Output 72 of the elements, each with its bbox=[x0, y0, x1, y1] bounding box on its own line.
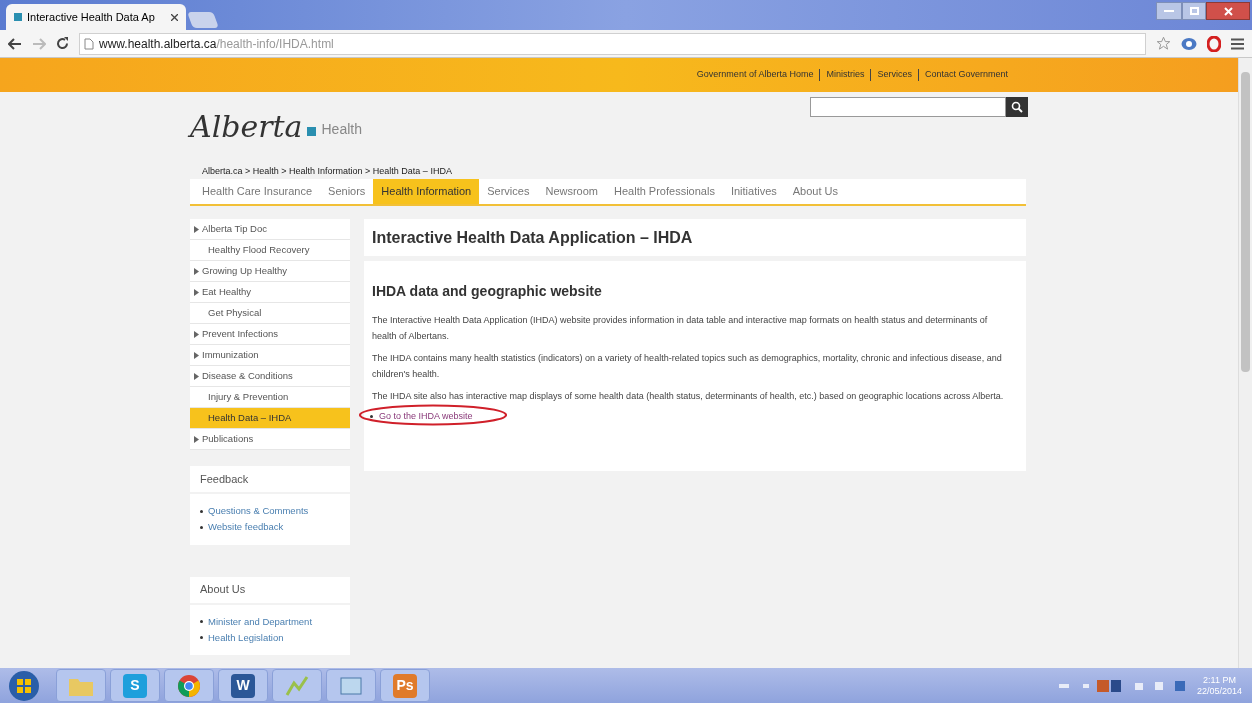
app-icon[interactable]: W bbox=[231, 673, 255, 698]
sidebar-item[interactable]: Alberta Tip Doc bbox=[190, 219, 350, 240]
sidebar-item[interactable]: Healthy Flood Recovery bbox=[190, 240, 350, 261]
search-field[interactable] bbox=[810, 97, 1006, 117]
sidebar-item[interactable]: Eat Healthy bbox=[190, 282, 350, 303]
paragraph: The IHDA contains many health statistics (indicators) on a variety of health-related topics such as demographics, mortality, chronic and infectious disease, and children's health. bbox=[372, 352, 1003, 381]
star-icon[interactable] bbox=[1156, 36, 1171, 51]
section-title: IHDA data and geographic website bbox=[372, 282, 603, 301]
box-title: Feedback bbox=[190, 466, 350, 492]
box-title: About Us bbox=[190, 576, 350, 603]
sidebar-item[interactable]: Get Physical bbox=[190, 303, 350, 324]
top-link[interactable]: Services bbox=[877, 68, 912, 82]
triangle-icon bbox=[194, 435, 199, 443]
url-text: www.health.alberta.ca/health-info/IHDA.html bbox=[99, 35, 334, 53]
sidebar-item[interactable]: Publications bbox=[190, 429, 350, 450]
close-icon[interactable] bbox=[171, 13, 178, 21]
sidebar-item[interactable]: Growing Up Healthy bbox=[190, 261, 350, 282]
search-icon[interactable] bbox=[1011, 101, 1023, 113]
top-link[interactable]: Contact Government bbox=[924, 68, 1008, 82]
sidebar-item[interactable]: Health Data – IHDA bbox=[190, 408, 350, 429]
browser-tab[interactable]: Interactive Health Data Ap bbox=[6, 4, 186, 30]
bullet-icon bbox=[370, 415, 373, 419]
sidebar-link[interactable]: Health Legislation bbox=[208, 630, 284, 645]
sidebar-item[interactable]: Disease & Conditions bbox=[190, 366, 350, 387]
paragraph: The IHDA site also has interactive map displays of some health data (health status, determinants of health, etc.) based on geographic locations across Alberta. bbox=[372, 390, 1005, 403]
reload-icon[interactable] bbox=[56, 37, 69, 50]
top-link[interactable]: Government of Alberta Home bbox=[696, 68, 814, 82]
department-name: Health bbox=[321, 120, 362, 139]
nav-tab[interactable]: Health Information bbox=[373, 179, 480, 204]
address-bar[interactable]: www.health.alberta.ca/health-info/IHDA.html bbox=[79, 32, 1146, 55]
scrollbar[interactable] bbox=[1238, 58, 1252, 668]
triangle-icon bbox=[194, 372, 199, 380]
sidebar-link[interactable]: Website feedback bbox=[208, 520, 284, 535]
triangle-icon bbox=[194, 225, 199, 233]
menu-icon[interactable] bbox=[1231, 37, 1244, 50]
nav-tab[interactable]: Newsroom bbox=[537, 179, 606, 204]
nav-tab[interactable]: Seniors bbox=[320, 179, 374, 204]
favicon-icon bbox=[14, 13, 22, 21]
extension-icon[interactable] bbox=[1181, 36, 1197, 51]
search-button[interactable] bbox=[1006, 97, 1028, 117]
nav-tab[interactable]: Initiatives bbox=[722, 179, 785, 204]
tab-title: Interactive Health Data Ap bbox=[27, 9, 155, 25]
back-icon[interactable] bbox=[8, 37, 22, 50]
start-button[interactable] bbox=[6, 669, 42, 702]
triangle-icon bbox=[194, 330, 199, 338]
nav-tab[interactable]: Services bbox=[479, 179, 538, 204]
paragraph: The Interactive Health Data Application (IHDA) website provides information in data table and interactive map formats on health status and determinants of health of Albertans. bbox=[372, 314, 989, 343]
sidebar-link[interactable]: Questions & Comments bbox=[208, 504, 309, 519]
chrome-icon[interactable] bbox=[177, 673, 201, 698]
sidebar-item[interactable]: Prevent Infections bbox=[190, 324, 350, 345]
close-button[interactable] bbox=[1206, 2, 1250, 20]
bullet-icon bbox=[200, 620, 203, 624]
sidebar-item[interactable]: Immunization bbox=[190, 345, 350, 366]
triangle-icon bbox=[194, 351, 199, 359]
logo-square-icon bbox=[306, 127, 316, 136]
top-link[interactable]: Ministries bbox=[826, 68, 865, 82]
triangle-icon bbox=[194, 288, 199, 296]
sidebar-link[interactable]: Minister and Department bbox=[208, 614, 313, 629]
triangle-icon bbox=[194, 267, 199, 275]
bullet-icon bbox=[200, 525, 203, 529]
opera-icon[interactable] bbox=[1207, 35, 1221, 52]
nav-tab[interactable]: About Us bbox=[784, 179, 846, 204]
maximize-button[interactable] bbox=[1182, 2, 1206, 20]
bullet-icon bbox=[200, 636, 203, 640]
bullet-icon bbox=[200, 509, 203, 513]
breadcrumb: Alberta.ca > Health > Health Information > Health Data – IHDA bbox=[201, 165, 453, 178]
new-tab-button[interactable] bbox=[187, 12, 219, 28]
page-icon bbox=[84, 37, 94, 50]
page-title: Interactive Health Data Application – IHDA bbox=[364, 219, 1026, 256]
nav-tab[interactable]: Health Professionals bbox=[606, 179, 723, 204]
minimize-button[interactable] bbox=[1156, 2, 1182, 20]
nav-tab[interactable]: Health Care Insurance bbox=[194, 179, 321, 204]
